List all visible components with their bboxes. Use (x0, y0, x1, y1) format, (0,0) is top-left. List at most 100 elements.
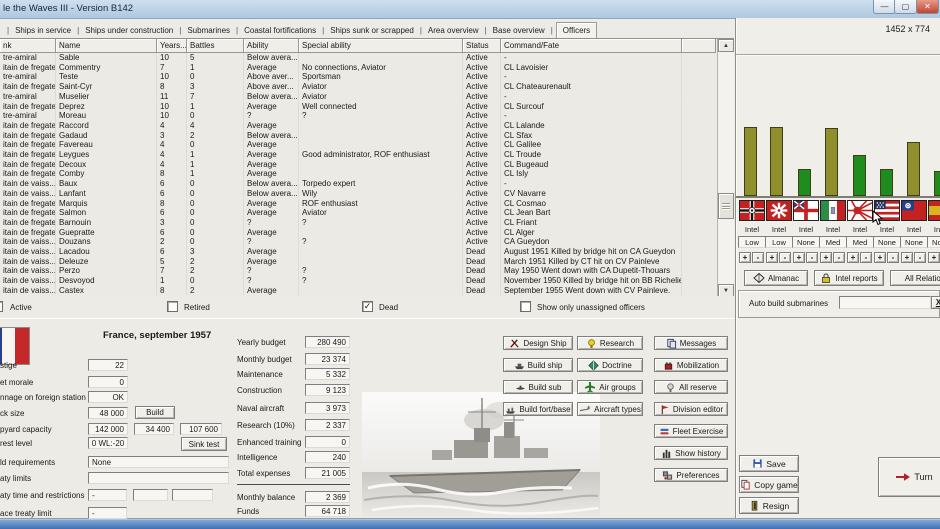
officer-row[interactable]: itain de vaiss...Perzo72??DeadMay 1950 W… (0, 266, 716, 276)
officer-row[interactable]: itain de vaiss...Douzans20??ActiveCA Gue… (0, 237, 716, 247)
column-header-spacer[interactable] (682, 39, 716, 53)
checkbox-retired[interactable] (167, 301, 178, 312)
officer-row[interactable]: itain de fregateGadaud32Below avera...Ac… (0, 131, 716, 141)
division-editor-button[interactable]: Division editor (654, 402, 728, 416)
fleet-exercise-button[interactable]: Fleet Exercise (654, 424, 728, 438)
flag-spain[interactable] (928, 200, 940, 221)
intel-plus-button[interactable]: + (820, 252, 832, 263)
turn-button[interactable]: Turn (878, 457, 940, 497)
scroll-up-button[interactable]: ▲ (718, 39, 734, 52)
build-fort-base-button[interactable]: Build fort/base (503, 402, 573, 416)
officer-row[interactable]: itain de vaiss...Castex82AverageDeadSept… (0, 286, 716, 296)
flag-japan[interactable] (847, 200, 873, 221)
column-header-nk[interactable]: nk (0, 39, 56, 53)
preferences-button[interactable]: Preferences (654, 468, 728, 482)
checkbox-dead[interactable]: ✓ (362, 301, 373, 312)
officer-row[interactable]: itain de fregateMarquis80AverageROF enth… (0, 199, 716, 209)
officer-row[interactable]: tre-amiralMoreau100??Active- (0, 111, 716, 121)
resign-button[interactable]: Resign (739, 497, 799, 514)
officer-row[interactable]: itain de fregateFavereau40AverageActiveC… (0, 140, 716, 150)
checkbox-active[interactable]: ✓ (0, 301, 3, 312)
tab-submarines[interactable]: Submarines (184, 24, 233, 38)
copy-game-button[interactable]: Copy game (739, 476, 799, 493)
intel-plus-button[interactable]: + (928, 252, 940, 263)
tab-coastal-fortifications[interactable]: Coastal fortifications (241, 24, 319, 38)
air-groups-button[interactable]: Air groups (577, 380, 643, 394)
tab-ships-sunk-or-scrapped[interactable]: Ships sunk or scrapped (327, 24, 417, 38)
intel-minus-button[interactable]: - (833, 252, 845, 263)
officer-row[interactable]: tre-amiralTeste100Above aver...Sportsman… (0, 72, 716, 82)
checkbox-unassigned[interactable] (520, 301, 531, 312)
officer-row[interactable]: itain de vaiss...Lacadou63AverageDeadAug… (0, 247, 716, 257)
column-header-Status[interactable]: Status (463, 39, 501, 53)
flag-white-ensign[interactable] (793, 200, 819, 221)
scrollbar-thumb[interactable] (718, 193, 734, 219)
intel-plus-button[interactable]: + (739, 252, 751, 263)
flag-red-star[interactable] (766, 200, 792, 221)
save-button[interactable]: Save (739, 455, 799, 472)
intel-plus-button[interactable]: + (901, 252, 913, 263)
auto-build-close-button[interactable]: X (931, 296, 940, 309)
column-header-Ability[interactable]: Ability (244, 39, 299, 53)
officer-row[interactable]: itain de fregateCommentry71AverageNo con… (0, 63, 716, 73)
intel-minus-button[interactable]: - (806, 252, 818, 263)
column-header-Special ability[interactable]: Special ability (299, 39, 463, 53)
tab-base-overview[interactable]: Base overview (490, 24, 548, 38)
auto-build-input[interactable] (839, 296, 931, 309)
maximize-button[interactable]: ▢ (894, 0, 917, 14)
build-ship-button[interactable]: Build ship (503, 358, 573, 372)
intel-minus-button[interactable]: - (779, 252, 791, 263)
intel-plus-button[interactable]: + (793, 252, 805, 263)
column-header-Name[interactable]: Name (56, 39, 157, 53)
tab-area-overview[interactable]: Area overview (425, 24, 482, 38)
doctrine-button[interactable]: Doctrine (577, 358, 643, 372)
show-history-button[interactable]: Show history (654, 446, 728, 460)
officer-row[interactable]: itain de fregateSalmon60AverageAviatorAc… (0, 208, 716, 218)
officer-row[interactable]: itain de vaiss...Lanfant60Below avera...… (0, 189, 716, 199)
close-button[interactable]: ✕ (916, 0, 939, 14)
aircraft-types-button[interactable]: Aircraft types (577, 402, 643, 416)
tab-ships-under-construction[interactable]: Ships under construction (82, 24, 176, 38)
design-ship-button[interactable]: Design Ship (503, 336, 573, 350)
officer-row[interactable]: itain de fregateComby81AverageActiveCL I… (0, 169, 716, 179)
intel-minus-button[interactable]: - (860, 252, 872, 263)
flag-italy[interactable] (820, 200, 846, 221)
officer-row[interactable]: itain de fregateGuepratte60AverageActive… (0, 228, 716, 238)
tab-ships-in-service[interactable]: Ships in service (12, 24, 74, 38)
build-button[interactable]: Build (135, 406, 175, 419)
officer-row[interactable]: itain de fregateLeygues41AverageGood adm… (0, 150, 716, 160)
all-reserve-button[interactable]: All reserve (654, 380, 728, 394)
minimize-button[interactable]: — (873, 0, 896, 14)
mobilization-button[interactable]: Mobilization (654, 358, 728, 372)
flag-roc[interactable] (901, 200, 927, 221)
intel-reports-button[interactable]: Intel reports (814, 270, 884, 286)
intel-minus-button[interactable]: - (887, 252, 899, 263)
sink-test-button[interactable]: Sink test (181, 437, 227, 451)
column-header-Years...[interactable]: Years... (157, 39, 187, 53)
intel-minus-button[interactable]: - (914, 252, 926, 263)
officer-row[interactable]: itain de fregateDecoux41AverageActiveCL … (0, 160, 716, 170)
officer-row[interactable]: itain de vaiss...Deleuze52AverageDeadMar… (0, 257, 716, 267)
officer-row[interactable]: itain de vaiss...Desvoyod10??DeadNovembe… (0, 276, 716, 286)
column-header-Battles[interactable]: Battles (187, 39, 244, 53)
almanac-button[interactable]: Almanac (744, 270, 808, 286)
tab-officers[interactable]: Officers (556, 22, 597, 38)
intel-plus-button[interactable]: + (847, 252, 859, 263)
officer-row[interactable]: itain de fregateRaccord44AverageActiveCL… (0, 121, 716, 131)
officer-row[interactable]: tre-amiralMuselier117Below avera...Aviat… (0, 92, 716, 102)
research-button[interactable]: Research (577, 336, 643, 350)
table-scrollbar[interactable]: ▲ ▼ (717, 39, 734, 297)
all-relation-button[interactable]: All Relation (890, 270, 940, 286)
build-sub-button[interactable]: Build sub (503, 380, 573, 394)
officer-row[interactable]: itain de fregateBarnouin30??ActiveCL Fri… (0, 218, 716, 228)
officer-row[interactable]: itain de vaiss...Baux60Below avera...Tor… (0, 179, 716, 189)
officer-row[interactable]: tre-amiralSable105Below avera...Active- (0, 53, 716, 63)
officer-row[interactable]: itain de fregateSaint-Cyr83Above aver...… (0, 82, 716, 92)
intel-plus-button[interactable]: + (874, 252, 886, 263)
column-header-Command/Fate[interactable]: Command/Fate (501, 39, 682, 53)
intel-plus-button[interactable]: + (766, 252, 778, 263)
officer-row[interactable]: itain de fregateDeprez101AverageWell con… (0, 102, 716, 112)
messages-button[interactable]: Messages (654, 336, 728, 350)
flag-germany[interactable] (739, 200, 765, 221)
intel-minus-button[interactable]: - (752, 252, 764, 263)
